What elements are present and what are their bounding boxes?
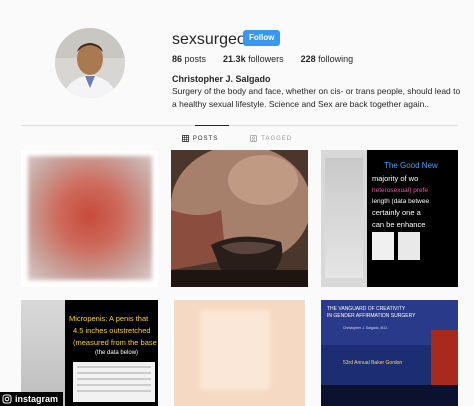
face-photo — [171, 150, 308, 287]
instagram-watermark: instagram — [0, 392, 64, 406]
post-3-slide[interactable]: The Good New majority of wo heterosexual… — [321, 150, 458, 287]
avatar-image — [55, 28, 125, 98]
slide-line-1: Micropenis: A penis that — [69, 314, 149, 323]
slide-line-3: (measured from the base o — [73, 338, 158, 347]
slide-line-6: can be enhance — [372, 220, 426, 229]
following-label: following — [318, 54, 354, 64]
posts-label: posts — [184, 54, 207, 64]
slide-line-4: (the data below) — [95, 350, 139, 356]
following-stat[interactable]: 228 following — [301, 54, 354, 64]
slide-line-1: The Good New — [384, 161, 438, 170]
conference-line-1: THE VANGUARD OF CREATIVITY — [327, 306, 406, 312]
tab-posts[interactable]: POSTS — [181, 135, 222, 142]
conference-line-2: IN GENDER AFFIRMATION SURGERY — [327, 313, 416, 319]
post-5-blurred[interactable] — [171, 300, 308, 406]
profile-full-name: Christopher J. Salgado — [172, 74, 271, 84]
followers-count: 21.3k — [223, 54, 246, 64]
posts-stat: 86 posts — [172, 54, 206, 64]
instagram-icon — [2, 394, 12, 404]
slide-document-thumbnail — [372, 232, 394, 260]
blurred-image — [174, 300, 305, 406]
active-tab-indicator — [195, 125, 229, 126]
posts-count: 86 — [172, 54, 183, 64]
profile-stats: 86 posts 21.3k followers 228 following — [172, 54, 353, 64]
slide-line-5: certainly one a — [372, 208, 421, 217]
profile-bio: Surgery of the body and face, whether on… — [172, 86, 461, 109]
tabs-divider — [21, 125, 458, 126]
slide-data-table — [73, 362, 155, 402]
followers-label: followers — [248, 54, 284, 64]
conference-line-3: Christopher J. Salgado, M.D. — [343, 326, 388, 330]
slide-image-left — [321, 150, 367, 287]
tab-tagged-label: TAGGED — [261, 135, 293, 142]
slide-line-2: majority of wo — [372, 174, 419, 183]
slide-line-4: length (data betwee — [372, 198, 430, 205]
tab-posts-label: POSTS — [192, 135, 219, 142]
followers-stat[interactable]: 21.3k followers — [223, 54, 284, 64]
tab-tagged[interactable]: TAGGED — [250, 135, 292, 142]
post-2-photo[interactable] — [171, 150, 308, 287]
post-1-blurred[interactable] — [21, 150, 158, 287]
post-4-slide[interactable]: Micropenis: A penis that 4.5 inches outs… — [21, 300, 158, 406]
slide-line-3: heterosexual) prefe — [372, 187, 429, 194]
tag-icon — [250, 135, 258, 142]
following-count: 228 — [300, 54, 316, 64]
watermark-label: instagram — [15, 394, 59, 404]
slide-document-thumbnail-2 — [398, 232, 420, 260]
blurred-image — [28, 156, 152, 280]
profile-tabs: POSTS TAGGED — [0, 135, 474, 142]
avatar[interactable] — [55, 28, 125, 98]
conference-line-4: 53rd Annual Baker Gordon — [343, 360, 403, 366]
post-6-conference[interactable]: THE VANGUARD OF CREATIVITY IN GENDER AFF… — [321, 300, 458, 406]
grid-icon — [181, 135, 189, 142]
slide-text: The Good New majority of wo heterosexual… — [368, 150, 458, 287]
slide-line-2: 4.5 inches outstretched — [73, 326, 151, 335]
follow-button[interactable]: Follow — [243, 30, 281, 46]
slide-image-left — [21, 300, 65, 406]
